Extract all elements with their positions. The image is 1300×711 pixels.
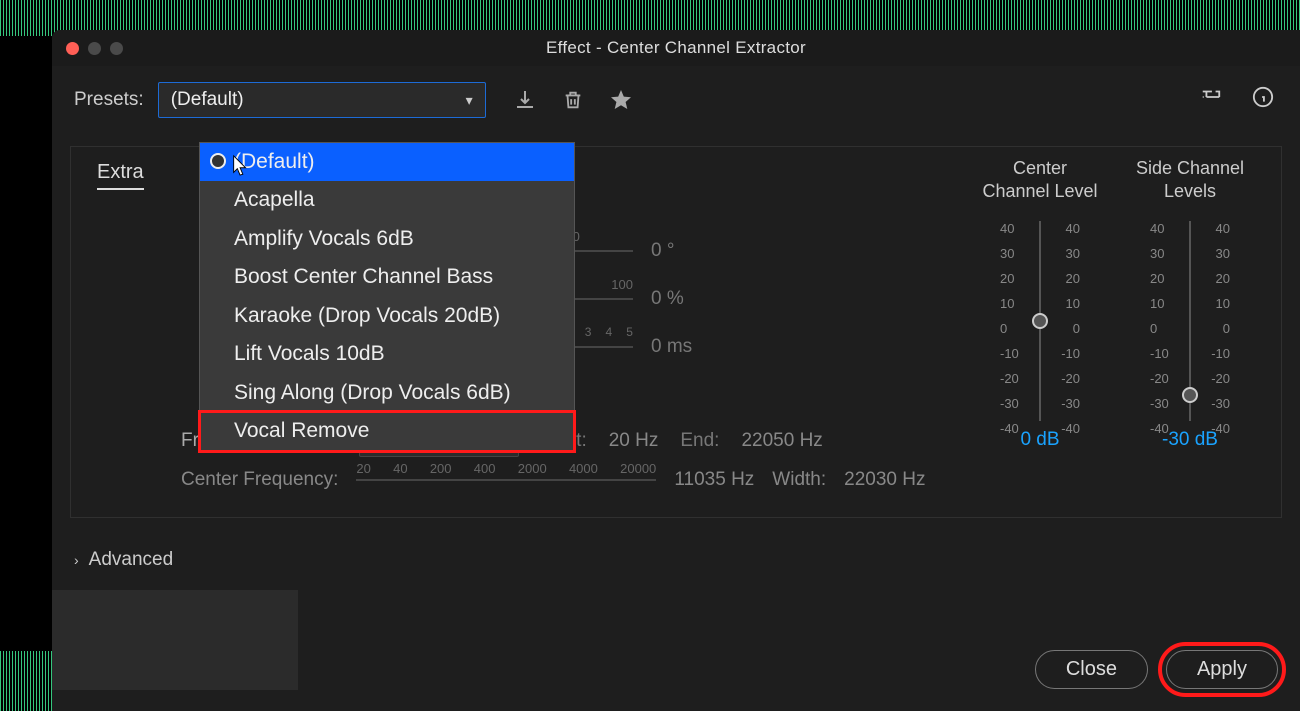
center-channel-level-col: Center Channel Level 404030302020101000-… (975, 157, 1105, 451)
presets-label: Presets: (74, 89, 144, 111)
center-level-slider[interactable]: 404030302020101000-10-10-20-20-30-30-40-… (1000, 221, 1080, 421)
apply-button[interactable]: Apply (1166, 650, 1278, 689)
preset-toolbar: Presets: (Default) ▾ (52, 66, 1300, 126)
zoom-window-icon[interactable] (110, 42, 123, 55)
preset-select[interactable]: (Default) ▾ (158, 82, 486, 118)
side-channel-levels-col: Side Channel Levels 404030302020101000-1… (1125, 157, 1255, 451)
center-freq-slider[interactable]: 20402004002000400020000 (356, 465, 656, 495)
preset-option[interactable]: Lift Vocals 10dB (200, 335, 574, 373)
pct-value: 0 % (651, 288, 741, 310)
slider-knob[interactable] (1032, 313, 1048, 329)
center-freq-value: 11035 Hz (674, 469, 754, 491)
delay-value: 0 ms (651, 336, 741, 358)
trash-icon[interactable] (558, 85, 588, 115)
dialog-title: Effect - Center Channel Extractor (52, 38, 1300, 58)
end-value: 22050 Hz (741, 430, 822, 452)
preset-option[interactable]: Karaoke (Drop Vocals 20dB) (200, 297, 574, 335)
preset-option[interactable]: Vocal Remove (200, 412, 574, 450)
preset-option[interactable]: Amplify Vocals 6dB (200, 220, 574, 258)
background-panel (52, 590, 298, 690)
preset-select-value: (Default) (171, 89, 244, 111)
chevron-down-icon: ▾ (466, 92, 473, 109)
center-freq-label: Center Frequency: (181, 469, 338, 491)
preset-dropdown[interactable]: (Default)AcapellaAmplify Vocals 6dBBoost… (199, 142, 575, 452)
width-value: 22030 Hz (844, 469, 925, 491)
star-icon[interactable] (606, 85, 636, 115)
start-value: 20 Hz (609, 430, 659, 452)
tab-extraction[interactable]: Extra (97, 161, 144, 190)
save-preset-icon[interactable] (510, 85, 540, 115)
advanced-toggle[interactable]: › Advanced (74, 549, 173, 571)
end-label: End: (680, 430, 719, 452)
preset-option[interactable]: (Default) (200, 143, 574, 181)
preset-option[interactable]: Sing Along (Drop Vocals 6dB) (200, 374, 574, 412)
minimize-window-icon[interactable] (88, 42, 101, 55)
chevron-right-icon: › (74, 552, 79, 568)
preset-option[interactable]: Boost Center Channel Bass (200, 258, 574, 296)
window-controls (66, 42, 123, 55)
titlebar: Effect - Center Channel Extractor (52, 30, 1300, 66)
angle-value: 0 ° (651, 240, 741, 262)
routing-icon[interactable] (1196, 82, 1226, 112)
info-icon[interactable] (1248, 82, 1278, 112)
side-level-slider[interactable]: 404030302020101000-10-10-20-20-30-30-40-… (1150, 221, 1230, 421)
preset-option[interactable]: Acapella (200, 181, 574, 219)
close-window-icon[interactable] (66, 42, 79, 55)
width-label: Width: (772, 469, 826, 491)
slider-knob[interactable] (1182, 387, 1198, 403)
effect-dialog: Effect - Center Channel Extractor Preset… (52, 30, 1300, 711)
close-button[interactable]: Close (1035, 650, 1148, 689)
